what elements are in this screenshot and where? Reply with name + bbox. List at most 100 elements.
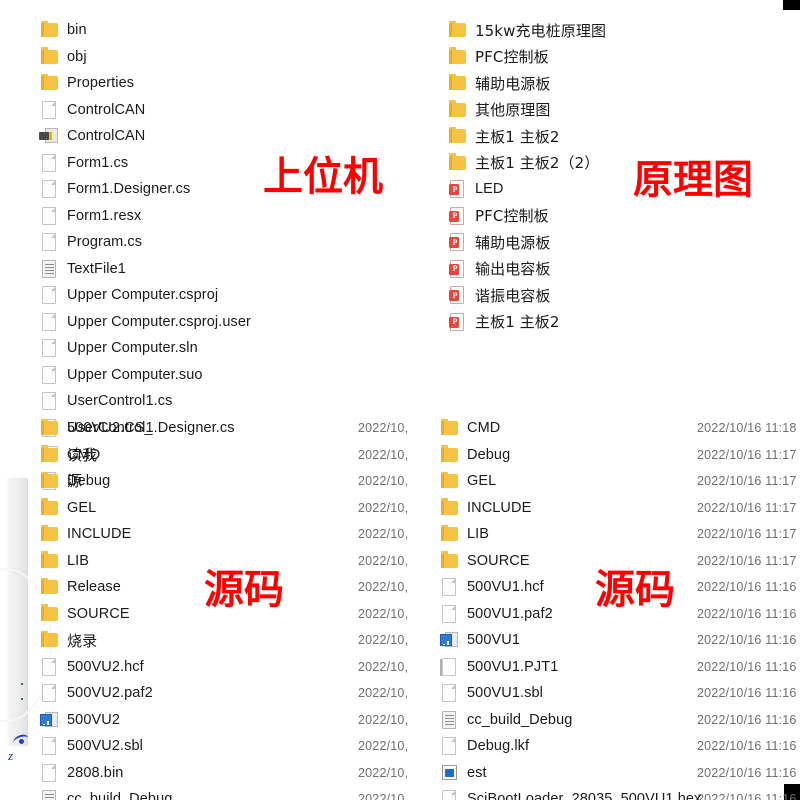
folder-icon bbox=[38, 498, 60, 518]
file-row[interactable]: Debug 2022/10, bbox=[38, 468, 408, 495]
file-row[interactable]: 辅助电源板 bbox=[446, 229, 606, 256]
file-row[interactable]: obj bbox=[38, 44, 251, 71]
folder-icon-glyph bbox=[41, 630, 58, 648]
pdf-icon-glyph bbox=[449, 312, 464, 331]
file-row[interactable]: GEL 2022/10/16 11:17 bbox=[438, 468, 796, 495]
file-name: LED bbox=[475, 181, 504, 198]
file-row[interactable]: 500VU2.paf2 2022/10, bbox=[38, 680, 408, 707]
document-icon bbox=[438, 683, 460, 703]
file-name: 500VU1.PJT1 bbox=[467, 658, 559, 675]
folder-icon bbox=[38, 471, 60, 491]
folder-icon bbox=[38, 604, 60, 624]
file-name: 主板1 主板2（2） bbox=[475, 154, 600, 173]
file-name: PFC控制板 bbox=[475, 207, 549, 226]
file-row[interactable]: Upper Computer.sln bbox=[38, 335, 251, 362]
file-row[interactable]: PFC控制板 bbox=[446, 44, 606, 71]
file-name: 输出电容板 bbox=[475, 260, 551, 279]
file-row[interactable]: 500VU2.CS_ 2022/10, bbox=[38, 415, 408, 442]
file-row[interactable]: cc_build_Debug 2022/10, bbox=[38, 786, 408, 800]
file-name: cc_build_Debug bbox=[467, 711, 573, 728]
text-file-icon-glyph bbox=[42, 259, 56, 278]
file-row[interactable]: 500VU1 2022/10/16 11:16 bbox=[438, 627, 796, 654]
folder-icon bbox=[446, 47, 468, 67]
document-icon bbox=[38, 100, 60, 120]
pdf-icon bbox=[446, 232, 468, 252]
file-name: 500VU1.sbl bbox=[467, 685, 543, 702]
file-row[interactable]: PFC控制板 bbox=[446, 203, 606, 230]
file-row[interactable]: 500VU1.PJT1 2022/10/16 11:16 bbox=[438, 654, 796, 681]
file-row[interactable]: 主板1 主板2 bbox=[446, 123, 606, 150]
file-row[interactable]: ControlCAN bbox=[38, 97, 251, 124]
file-name: Program.cs bbox=[67, 234, 143, 251]
file-row[interactable]: est 2022/10/16 11:16 bbox=[438, 760, 796, 787]
folder-icon-glyph bbox=[41, 604, 58, 621]
file-row[interactable]: INCLUDE 2022/10/16 11:17 bbox=[438, 495, 796, 522]
file-row[interactable]: CMD 2022/10, bbox=[38, 442, 408, 469]
file-row[interactable]: Properties bbox=[38, 70, 251, 97]
file-row[interactable]: LIB 2022/10/16 11:17 bbox=[438, 521, 796, 548]
file-row[interactable]: Form1.resx bbox=[38, 203, 251, 230]
file-date: 2022/10, bbox=[358, 765, 409, 780]
file-name: SOURCE bbox=[467, 552, 530, 569]
file-date: 2022/10, bbox=[358, 686, 409, 701]
document-icon bbox=[38, 338, 60, 358]
file-row[interactable]: 500VU2.hcf 2022/10, bbox=[38, 654, 408, 681]
file-date: 2022/10/16 11:17 bbox=[697, 447, 797, 462]
folder-icon bbox=[38, 20, 60, 40]
file-row[interactable]: LED bbox=[446, 176, 606, 203]
file-row[interactable]: UserControl1.cs bbox=[38, 388, 251, 415]
file-row[interactable]: GEL 2022/10, bbox=[38, 495, 408, 522]
file-row[interactable]: Form1.cs bbox=[38, 150, 251, 177]
file-date: 2022/10, bbox=[358, 633, 409, 648]
file-date: 2022/10/16 11:16 bbox=[697, 765, 797, 780]
file-row[interactable]: 15kw充电桩原理图 bbox=[446, 17, 606, 44]
file-name: SciBootLoader_28035_500VU1.hex bbox=[467, 791, 702, 800]
file-row[interactable]: SciBootLoader_28035_500VU1.hex 2022/10/16… bbox=[438, 786, 796, 800]
file-row[interactable]: 500VU1.sbl 2022/10/16 11:16 bbox=[438, 680, 796, 707]
file-row[interactable]: Upper Computer.csproj bbox=[38, 282, 251, 309]
file-row[interactable]: bin bbox=[38, 17, 251, 44]
file-row[interactable]: cc_build_Debug 2022/10/16 11:16 bbox=[438, 707, 796, 734]
file-row[interactable]: 其他原理图 bbox=[446, 97, 606, 124]
file-row[interactable]: 500VU2.sbl 2022/10, bbox=[38, 733, 408, 760]
pdf-icon bbox=[446, 259, 468, 279]
folder-icon-glyph bbox=[449, 73, 466, 91]
file-row[interactable]: SOURCE 2022/10, bbox=[38, 601, 408, 628]
file-name: obj bbox=[67, 48, 87, 65]
annotation-schematic: 原理图 bbox=[633, 157, 753, 203]
folder-icon bbox=[446, 153, 468, 173]
file-row[interactable]: ControlCAN bbox=[38, 123, 251, 150]
annotation-upper-computer: 上位机 bbox=[263, 154, 383, 200]
file-row[interactable]: Upper Computer.suo bbox=[38, 362, 251, 389]
file-row[interactable]: 主板1 主板2 bbox=[446, 309, 606, 336]
file-row[interactable]: Debug 2022/10/16 11:17 bbox=[438, 442, 796, 469]
file-row[interactable]: LIB 2022/10, bbox=[38, 548, 408, 575]
file-date: 2022/10/16 11:17 bbox=[697, 500, 797, 515]
file-name: ControlCAN bbox=[67, 101, 146, 118]
annotation-source-code-right: 源码 bbox=[595, 567, 675, 613]
file-row[interactable]: 主板1 主板2（2） bbox=[446, 150, 606, 177]
file-row[interactable]: 辅助电源板 bbox=[446, 70, 606, 97]
file-row[interactable]: Program.cs bbox=[38, 229, 251, 256]
file-name: 2808.bin bbox=[67, 764, 124, 781]
file-row[interactable]: TextFile1 bbox=[38, 256, 251, 283]
file-name: INCLUDE bbox=[67, 526, 132, 543]
file-row[interactable]: Form1.Designer.cs bbox=[38, 176, 251, 203]
file-row[interactable]: 输出电容板 bbox=[446, 256, 606, 283]
file-row[interactable]: 2808.bin 2022/10, bbox=[38, 760, 408, 787]
folder-icon-glyph bbox=[41, 551, 58, 568]
file-row[interactable]: CMD 2022/10/16 11:18 bbox=[438, 415, 796, 442]
file-row[interactable]: 烧录 2022/10, bbox=[38, 627, 408, 654]
file-list-schematics[interactable]: 15kw充电桩原理图 PFC控制板 辅助电源板 其他原理图 主板1 主板2 主板1 主板2… bbox=[446, 17, 606, 335]
file-row[interactable]: INCLUDE 2022/10, bbox=[38, 521, 408, 548]
document-icon-glyph bbox=[42, 657, 56, 676]
file-row[interactable]: 谐振电容板 bbox=[446, 282, 606, 309]
file-row[interactable]: Debug.lkf 2022/10/16 11:16 bbox=[438, 733, 796, 760]
file-row[interactable]: 500VU2 2022/10, bbox=[38, 707, 408, 734]
text-file-icon bbox=[438, 710, 460, 730]
file-row[interactable]: Release 2022/10, bbox=[38, 574, 408, 601]
file-list-source-code-left[interactable]: 500VU2.CS_ 2022/10, CMD 2022/10, Debug 2022/1… bbox=[38, 415, 408, 800]
file-row[interactable]: Upper Computer.csproj.user bbox=[38, 309, 251, 336]
file-date: 2022/10/16 11:16 bbox=[697, 659, 797, 674]
folder-icon bbox=[438, 551, 460, 571]
